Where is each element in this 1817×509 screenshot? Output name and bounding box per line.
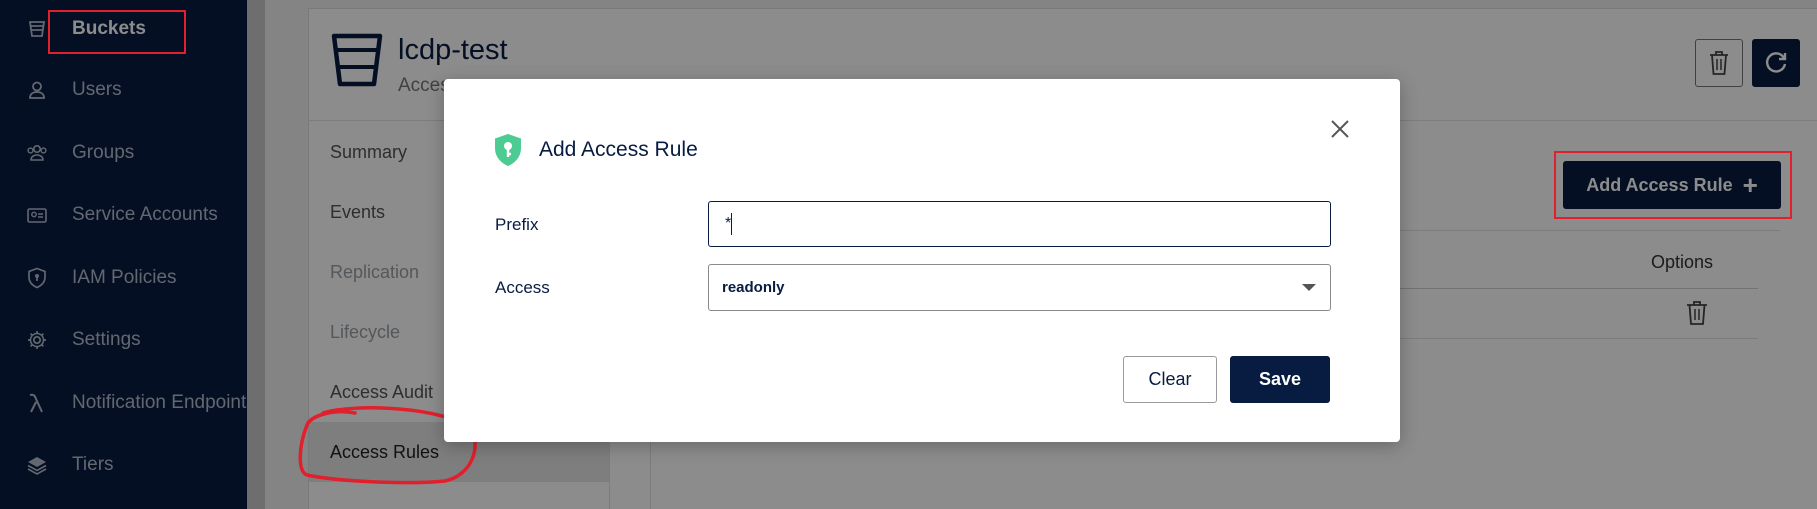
dialog-title: Add Access Rule: [539, 138, 698, 161]
text-cursor: [731, 213, 732, 235]
annotation-box-buckets: [48, 10, 186, 54]
key-shield-icon: [495, 134, 521, 166]
close-button[interactable]: [1324, 113, 1356, 145]
annotation-box-add-rule: [1554, 151, 1792, 219]
clear-button[interactable]: Clear: [1123, 356, 1217, 403]
access-select[interactable]: readonly: [708, 264, 1331, 311]
chevron-down-icon: [1302, 284, 1316, 291]
access-label: Access: [495, 278, 550, 297]
add-access-rule-dialog: Add Access Rule Prefix Access readonly C…: [444, 79, 1400, 442]
save-button[interactable]: Save: [1230, 356, 1330, 403]
access-selected-value: readonly: [722, 279, 785, 296]
prefix-label: Prefix: [495, 215, 539, 234]
prefix-input[interactable]: [708, 201, 1331, 247]
close-icon: [1331, 120, 1349, 138]
